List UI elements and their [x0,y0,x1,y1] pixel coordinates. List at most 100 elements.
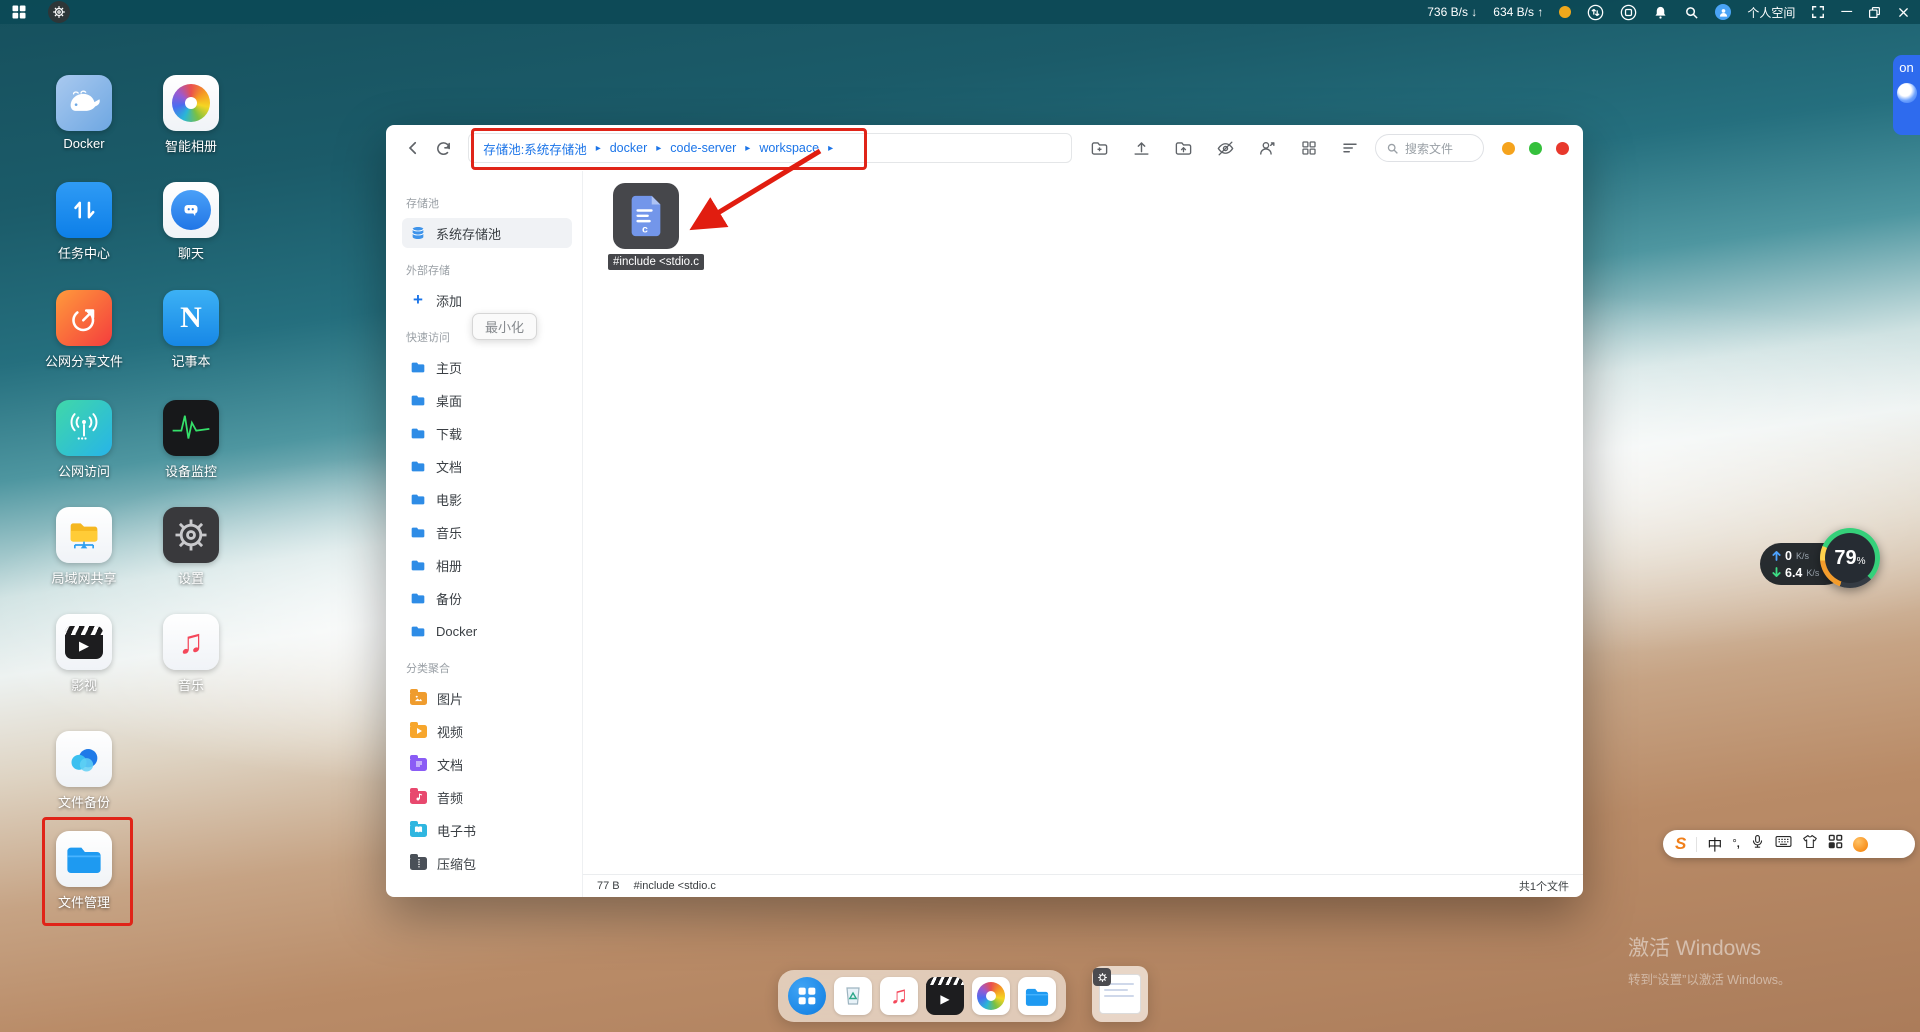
keyboard-icon[interactable] [1775,834,1792,854]
app-grid-icon[interactable] [12,5,26,19]
desktop-icon-smart-album[interactable]: 智能相册 [141,75,241,155]
close-light-button[interactable] [1556,142,1569,155]
transfer-circle-icon[interactable] [1587,4,1604,21]
view-grid-icon[interactable] [1300,139,1318,157]
desktop-icon-docker[interactable]: Docker [34,75,134,151]
ime-emoji-icon[interactable] [1853,837,1868,852]
desktop-icon-label: 设备监控 [141,461,241,480]
sidebar-item-movies[interactable]: 电影 [402,484,572,514]
status-dot-icon[interactable] [1559,6,1571,18]
minimize-button[interactable]: ─ [1841,7,1852,17]
upload-icon[interactable] [1132,139,1151,158]
antenna-icon [56,400,112,456]
folder-up-icon[interactable] [1174,139,1193,158]
refresh-icon[interactable] [431,135,456,161]
sidebar-item-videos[interactable]: 视频 [402,716,572,746]
sogou-logo-icon[interactable]: S [1675,834,1686,854]
sidebar-item-documents[interactable]: 文档 [402,451,572,481]
helm-gear-icon[interactable] [48,1,70,23]
close-button[interactable] [1897,6,1910,19]
desktop-icon-file-backup[interactable]: 文件备份 [34,731,134,811]
sidebar-item-downloads[interactable]: 下载 [402,418,572,448]
maximize-light-button[interactable] [1529,142,1542,155]
record-circle-icon[interactable] [1620,4,1637,21]
sidebar-item-docker[interactable]: Docker [402,616,572,646]
minimize-light-button[interactable] [1502,142,1515,155]
status-file-name: #include <stdio.c [634,880,716,892]
back-icon[interactable] [400,135,425,161]
desktop-icon-device-monitor[interactable]: 设备监控 [141,400,241,480]
folder-icon [410,360,426,374]
dock-minimized-window[interactable] [1092,966,1148,1022]
desktop-icon-chat[interactable]: 聊天 [141,182,241,262]
dock-video-icon[interactable]: ▶ [926,977,964,1015]
desktop-icon-task-center[interactable]: 任务中心 [34,182,134,262]
fullscreen-icon[interactable] [1811,5,1825,19]
punctuation-icon[interactable]: °, [1732,839,1739,850]
new-folder-icon[interactable] [1090,139,1109,158]
dock-music-icon[interactable]: ♫ [880,977,918,1015]
sidebar-item-home[interactable]: 主页 [402,352,572,382]
share-user-icon[interactable] [1258,139,1277,158]
breadcrumb-workspace[interactable]: workspace [759,141,819,155]
desktop-icon-notes[interactable]: N 记事本 [141,290,241,370]
sidebar-item-audio[interactable]: 音频 [402,782,572,812]
docker-whale-icon [56,75,112,131]
folder-icon [410,558,426,572]
desktop-icon-remote-access[interactable]: 公网访问 [34,400,134,480]
sidebar-item-system-pool[interactable]: 系统存储池 [402,218,572,248]
clapperboard-icon: ▶ [56,614,112,670]
desktop-icon-settings[interactable]: 设置 [141,507,241,587]
sidebar-item-archives[interactable]: 压缩包 [402,848,572,878]
desktop-icon-label: 设置 [141,568,241,587]
dock-photos-icon[interactable] [972,977,1010,1015]
sidebar-section-pool: 存储池 [406,195,572,211]
file-name-label[interactable]: #include <stdio.c [608,254,704,270]
desktop-icon-music[interactable]: ♫ 音乐 [141,614,241,694]
avatar[interactable] [1715,4,1731,20]
desktop-icon-file-manager[interactable]: 文件管理 [34,831,134,911]
sort-icon[interactable] [1341,139,1359,157]
sidebar-item-add-external[interactable]: + 添加 [402,285,572,315]
dock-files-icon[interactable] [1018,977,1056,1015]
database-icon [410,225,426,241]
desktop-icon-lan-share[interactable]: 局域网共享 [34,507,134,587]
restore-button[interactable] [1868,6,1881,19]
toggle-hidden-icon[interactable] [1216,139,1235,158]
user-space-label[interactable]: 个人空间 [1747,4,1795,21]
breadcrumb-root[interactable]: 存储池:系统存储池 [483,139,586,158]
sidebar-item-desktop[interactable]: 桌面 [402,385,572,415]
edge-widget-label: on [1899,60,1913,75]
skin-icon[interactable] [1802,834,1818,854]
sidebar-item-pictures[interactable]: 图片 [402,683,572,713]
watermark-title: 激活 Windows [1628,932,1791,962]
shared-folder-icon [56,507,112,563]
sidebar-item-docs[interactable]: 文档 [402,749,572,779]
address-bar[interactable]: 存储池:系统存储池 ▸ docker ▸ code-server ▸ works… [468,133,1072,163]
sidebar-item-albums[interactable]: 相册 [402,550,572,580]
system-monitor-widget[interactable]: 0 K/s 6.4 K/s 79 % [1760,528,1880,590]
file-pane[interactable]: c #include <stdio.c 77 B #include <stdio… [583,171,1583,897]
bell-icon[interactable] [1653,5,1668,20]
chat-bubble-icon [163,182,219,238]
desktop-icon-public-share[interactable]: 公网分享文件 [34,290,134,370]
desktop-icon-label: 公网访问 [34,461,134,480]
search-input[interactable]: 搜索文件 [1375,134,1484,162]
edge-floating-widget[interactable]: on [1893,55,1920,135]
desktop-icon-movies[interactable]: ▶ 影视 [34,614,134,694]
sidebar-item-music[interactable]: 音乐 [402,517,572,547]
breadcrumb-code-server[interactable]: code-server [670,141,736,155]
sidebar-item-ebooks[interactable]: 电子书 [402,815,572,845]
ime-mode-toggle[interactable]: 中 [1707,834,1722,855]
file-item[interactable]: c [613,183,679,249]
dock-launcher-icon[interactable] [788,977,826,1015]
breadcrumb-docker[interactable]: docker [610,141,648,155]
ime-menu-icon[interactable] [1828,834,1843,854]
search-icon[interactable] [1684,5,1699,20]
dock-trash-icon[interactable] [834,977,872,1015]
download-speed-value: 6.4 [1785,566,1802,580]
ecg-icon [163,400,219,456]
sidebar-item-backup[interactable]: 备份 [402,583,572,613]
microphone-icon[interactable] [1750,834,1765,854]
cloud-icon [56,731,112,787]
